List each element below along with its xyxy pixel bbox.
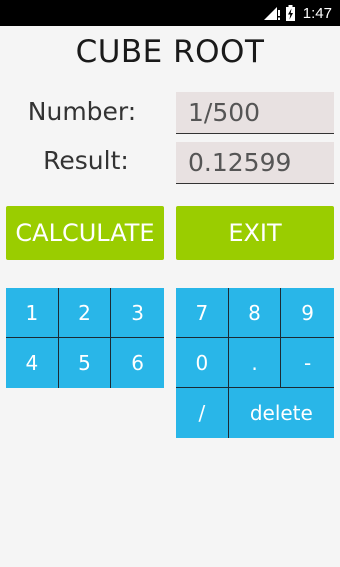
key-0[interactable]: 0 [176,338,229,388]
keypad-left: 1 2 3 4 5 6 [6,288,164,388]
battery-charging-icon [285,5,295,21]
key-minus[interactable]: - [281,338,334,388]
status-bar: 1:47 [0,0,340,26]
key-7[interactable]: 7 [176,288,229,338]
key-3[interactable]: 3 [111,288,164,338]
key-4[interactable]: 4 [6,338,59,388]
key-6[interactable]: 6 [111,338,164,388]
status-icons: 1:47 [263,0,332,26]
signal-alert-icon [263,6,280,20]
keypad-right: 7 8 9 0 . - / delete [176,288,334,438]
key-decimal-point[interactable]: . [228,338,282,388]
key-1[interactable]: 1 [6,288,59,338]
number-input[interactable]: 1/500 [176,92,334,134]
exit-button[interactable]: EXIT [176,206,334,260]
status-time: 1:47 [302,4,332,22]
result-field: 0.12599 [176,142,334,184]
key-delete[interactable]: delete [228,388,334,438]
key-5[interactable]: 5 [58,338,112,388]
key-divide[interactable]: / [176,388,229,438]
key-9[interactable]: 9 [281,288,334,338]
app-title: CUBE ROOT [75,34,265,70]
number-label: Number: [27,97,137,126]
calculate-button[interactable]: CALCULATE [6,206,164,260]
result-label: Result: [43,146,129,175]
key-8[interactable]: 8 [228,288,282,338]
key-2[interactable]: 2 [58,288,112,338]
